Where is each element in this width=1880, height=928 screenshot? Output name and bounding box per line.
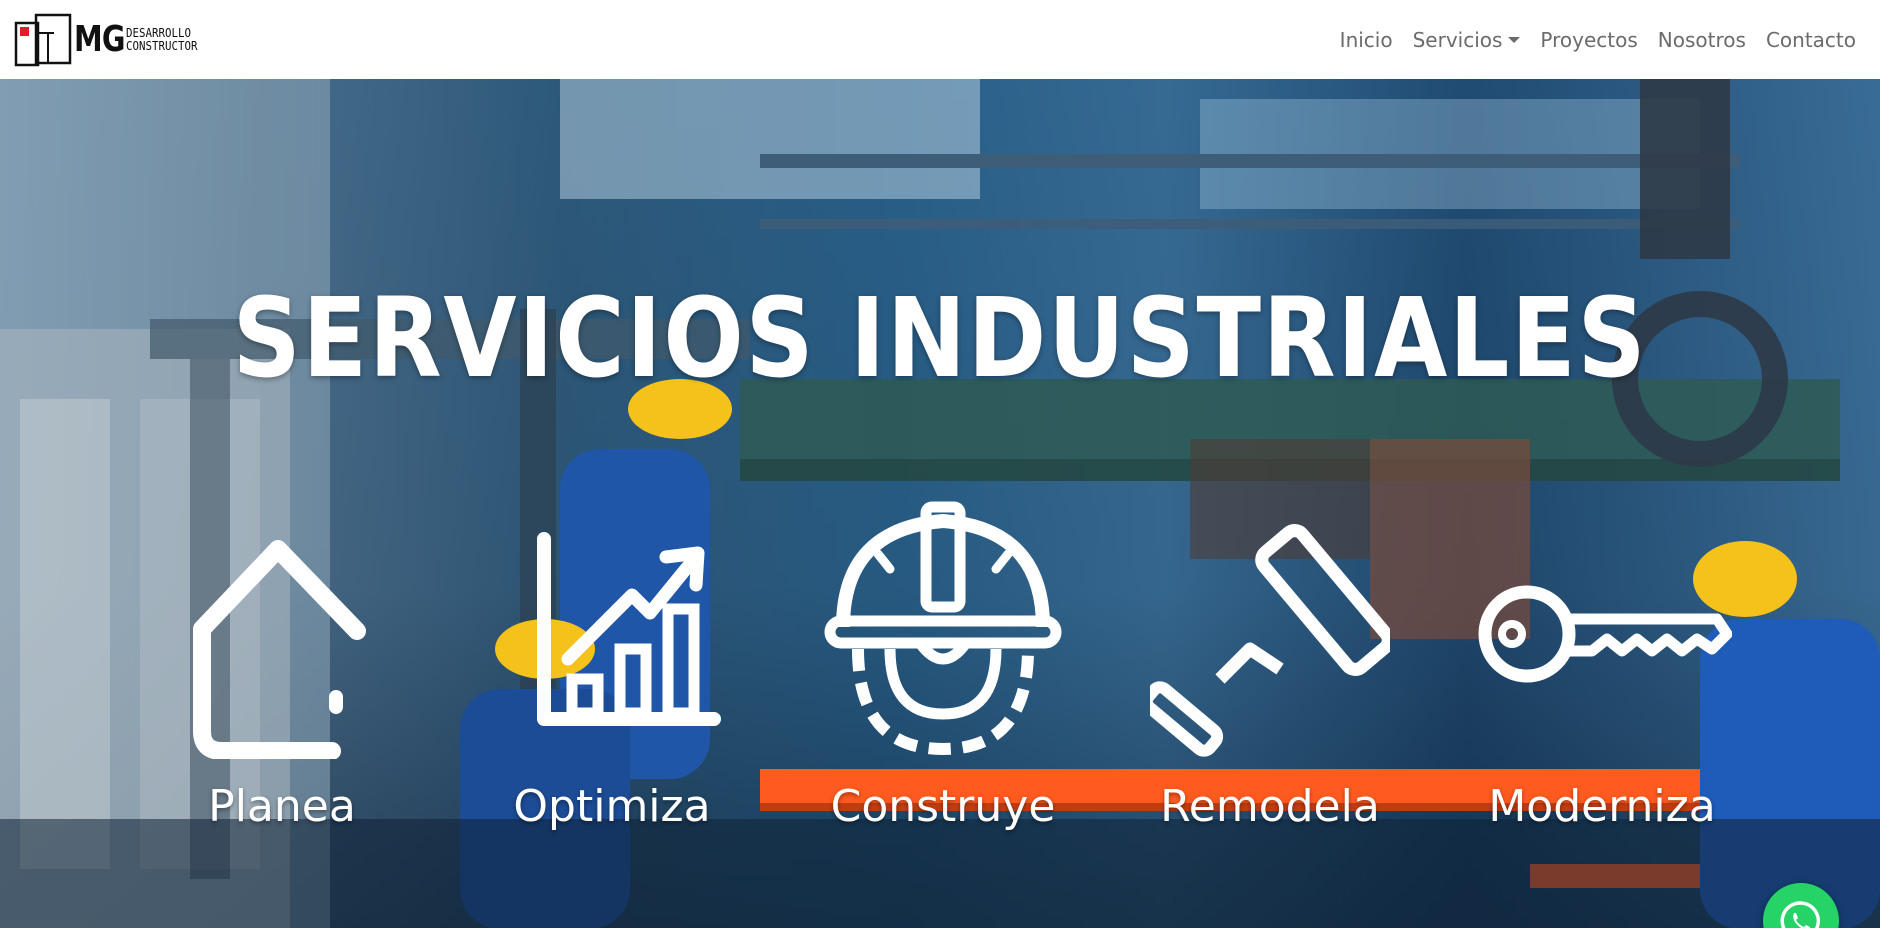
hero-title: SERVICIOS INDUSTRIALES [232,274,1648,402]
feature-optimiza[interactable]: Optimiza [462,509,762,832]
feature-remodela[interactable]: Remodela [1120,509,1420,832]
brand-subtitle-line1: DESARROLLO [126,25,192,40]
feature-construye[interactable]: Construye [793,501,1093,832]
logo-mark-icon [14,13,72,66]
nav-servicios-dropdown[interactable]: Servicios [1403,28,1531,52]
nav-nosotros[interactable]: Nosotros [1648,28,1756,52]
nav-proyectos[interactable]: Proyectos [1530,28,1647,52]
growth-chart-icon [462,509,762,759]
feature-label: Moderniza [1488,781,1716,832]
feature-moderniza[interactable]: Moderniza [1452,509,1752,832]
house-icon [132,509,432,759]
brand-subtitle-line2: CONSTRUCTOR [126,38,198,53]
feature-planea[interactable]: Planea [132,509,432,832]
hardhat-gear-icon [793,501,1093,759]
feature-label: Planea [208,781,356,832]
brand-name: MG [74,18,125,60]
caret-down-icon [1508,36,1521,43]
feature-label: Optimiza [513,781,711,832]
nav-inicio[interactable]: Inicio [1330,28,1403,52]
whatsapp-icon [1780,901,1821,928]
key-icon [1452,509,1752,759]
nav-contacto[interactable]: Contacto [1756,28,1866,52]
navbar: MG DESARROLLO CONSTRUCTOR Inicio Servici… [0,0,1880,79]
main-nav: Inicio Servicios Proyectos Nosotros Cont… [1330,0,1866,79]
hero-banner: SERVICIOS INDUSTRIALES Planea Optimiza C… [0,79,1880,928]
feature-label: Construye [830,781,1056,832]
nav-servicios-label: Servicios [1412,27,1503,52]
feature-label: Remodela [1160,781,1380,832]
brand-subtitle: DESARROLLO CONSTRUCTOR [126,25,198,53]
brand-logo[interactable]: MG DESARROLLO CONSTRUCTOR [14,10,205,70]
paint-roller-icon [1120,509,1420,759]
